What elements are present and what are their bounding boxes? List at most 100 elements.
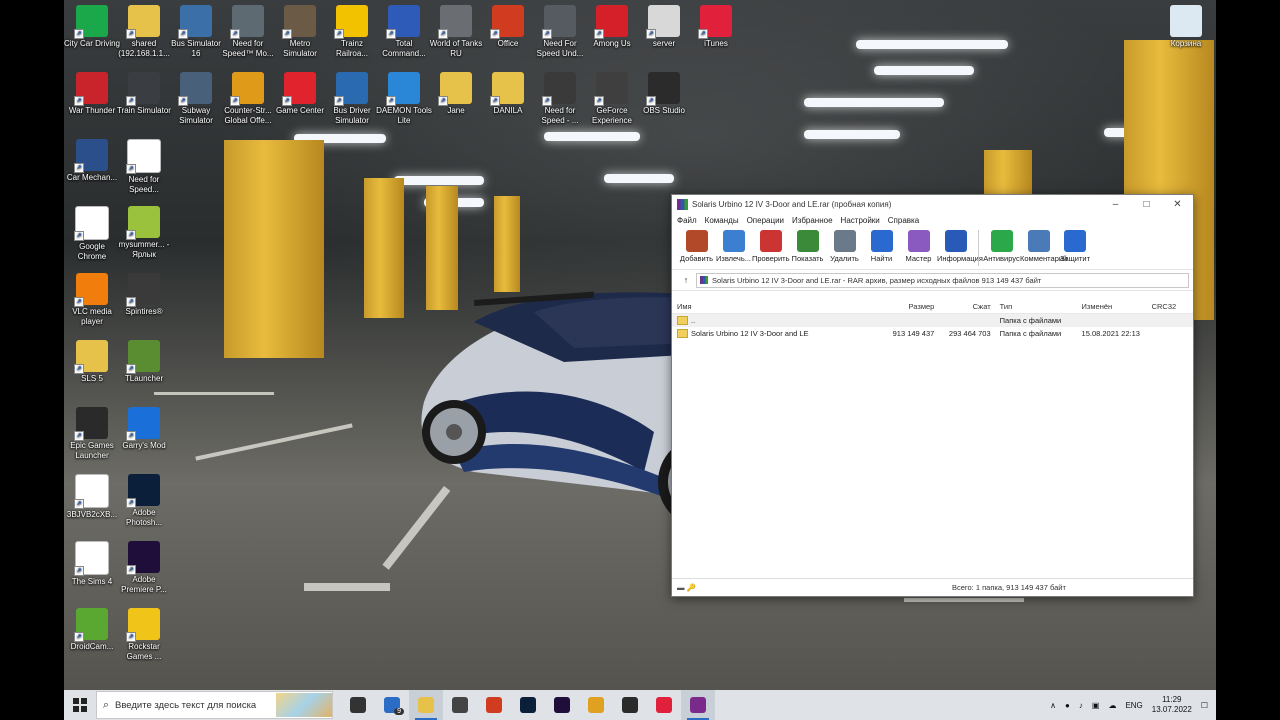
desktop-icon[interactable]: ↗ City Car Driving [64,5,120,49]
desktop-icon[interactable]: ↗ Need for Speed™ Mo... [220,5,276,59]
menu-favorites[interactable]: Избранное [792,216,833,225]
taskbar-app-premiere[interactable] [545,690,579,720]
up-arrow-icon[interactable]: ↑ [676,275,696,285]
notifications-icon[interactable]: ☐ [1201,701,1208,710]
toolbar-button-2[interactable]: Проверить [752,227,790,263]
table-row[interactable]: .. Папка с файлами [672,314,1193,327]
desktop-icon[interactable]: ↗ Need for Speed - ... [532,72,588,126]
desktop-icon[interactable]: ↗ World of Tanks RU [428,5,484,59]
taskbar-app-winrar[interactable] [681,690,715,720]
menu-operations[interactable]: Операции [747,216,784,225]
archive-path-field[interactable]: Solaris Urbino 12 IV 3-Door and LE.rar -… [696,272,1189,288]
shortcut-arrow-icon: ↗ [386,96,396,106]
desktop-icon[interactable]: ↗ War Thunder [64,72,120,116]
taskbar-app-chrome[interactable] [579,690,613,720]
minimize-button[interactable]: – [1100,199,1131,210]
desktop-icon[interactable]: ↗ Among Us [584,5,640,49]
toolbar-button-label: Защитит [1059,254,1091,263]
window-titlebar[interactable]: Solaris Urbino 12 IV 3-Door and LE.rar (… [672,195,1193,214]
desktop-icon[interactable]: ↗ Garry's Mod [116,407,172,451]
menu-settings[interactable]: Настройки [841,216,880,225]
desktop-icon[interactable]: ↗ server [636,5,692,49]
toolbar-button-4[interactable]: Удалить [826,227,863,263]
desktop-icon[interactable]: ↗ Spintires® [116,273,172,317]
table-row[interactable]: Solaris Urbino 12 IV 3-Door and LE 913 14… [672,327,1193,340]
close-button[interactable]: ✕ [1162,199,1193,210]
column-type[interactable]: Тип [995,302,1077,311]
taskbar-app-task-view[interactable] [341,690,375,720]
taskbar-app-photoshop[interactable] [511,690,545,720]
desktop-icon[interactable]: ↗ Need for Speed... [116,139,172,195]
microphone-icon[interactable]: ● [1065,701,1070,710]
desktop-icon[interactable]: ↗ Game Center [272,72,328,116]
winrar-window[interactable]: Solaris Urbino 12 IV 3-Door and LE.rar (… [671,194,1194,597]
desktop-icon[interactable]: ↗ SLS 5 [64,340,120,384]
toolbar-button-0[interactable]: Добавить [678,227,715,263]
status-drive-icons[interactable]: ▬ 🔑 [672,583,952,592]
column-crc32[interactable]: CRC32 [1147,302,1193,311]
desktop-icon[interactable]: ↗ Google Chrome [64,206,120,262]
desktop-icon[interactable]: ↗ Subway Simulator [168,72,224,126]
desktop-icon[interactable]: ↗ Train Simulator [116,72,172,116]
desktop-icon[interactable]: ↗ DroidCam... [64,608,120,652]
toolbar-button-9[interactable]: Комментарий [1020,227,1067,263]
clock[interactable]: 11:29 13.07.2022 [1152,695,1192,715]
taskbar-app-itunes[interactable] [647,690,681,720]
desktop-icon[interactable]: ↗ Adobe Photosh... [116,474,172,528]
toolbar-button-3[interactable]: Показать [789,227,826,263]
desktop-icon[interactable]: ↗ The Sims 4 [64,541,120,587]
tray-overflow-icon[interactable]: ∧ [1050,701,1056,710]
volume-icon[interactable]: ♪ [1079,701,1083,710]
desktop-icon[interactable]: ↗ mysummer... - Ярлык [116,206,172,260]
taskbar-app-office[interactable] [477,690,511,720]
desktop-icon[interactable]: ↗ Trainz Railroa... [324,5,380,59]
desktop-icon[interactable]: ↗ TLauncher [116,340,172,384]
column-modified[interactable]: Изменён [1077,302,1147,311]
desktop-icon[interactable]: ↗ DAEMON Tools Lite [376,72,432,126]
column-packed[interactable]: Сжат [938,302,994,311]
start-button[interactable] [64,690,96,720]
column-size[interactable]: Размер [878,302,938,311]
desktop-icon[interactable]: ↗ shared (192.168.1.1... [116,5,172,59]
toolbar-button-1[interactable]: Извлечь... [715,227,752,263]
desktop-icon[interactable]: ↗ Total Command... [376,5,432,59]
desktop-icon[interactable]: ↗ Office [480,5,536,49]
taskbar-app-explorer[interactable] [409,690,443,720]
column-name[interactable]: Имя [672,302,878,311]
toolbar-button-8[interactable]: Антивирус [983,227,1020,263]
menu-file[interactable]: Файл [677,216,697,225]
desktop-icon[interactable]: ↗ 3BJVB2cXB... [64,474,120,520]
menu-help[interactable]: Справка [888,216,919,225]
taskbar-app-obs[interactable] [613,690,647,720]
toolbar-button-6[interactable]: Мастер [900,227,937,263]
toolbar-button-10[interactable]: Защитит [1057,227,1093,263]
desktop-icon[interactable]: ↗ Rockstar Games ... [116,608,172,662]
desktop-icon[interactable]: ↗ DANILA [480,72,536,116]
desktop-icon[interactable]: ↗ Counter-Str... Global Offe... [220,72,276,126]
desktop-icon[interactable]: ↗ OBS Studio [636,72,692,116]
desktop-icon[interactable]: ↗ Jane [428,72,484,116]
desktop-icon-label: The Sims 4 [71,577,113,586]
desktop-icon[interactable]: Корзина [1158,5,1214,49]
desktop-icon[interactable]: ↗ Metro Simulator [272,5,328,59]
onedrive-icon[interactable]: ☁ [1108,701,1116,710]
taskbar-app-mail[interactable]: 9 [375,690,409,720]
toolbar-button-5[interactable]: Найти [863,227,900,263]
toolbar-button-7[interactable]: Информация [937,227,983,263]
maximize-button[interactable]: □ [1131,199,1162,210]
desktop-icon[interactable]: ↗ GeForce Experience [584,72,640,126]
language-indicator[interactable]: ENG [1125,701,1142,710]
desktop-icon[interactable]: ↗ Need For Speed Und... [532,5,588,59]
desktop-icon[interactable]: ↗ iTunes [688,5,744,49]
desktop-icon-label: Subway Simulator [179,106,213,125]
menu-commands[interactable]: Команды [705,216,739,225]
taskbar-search-box[interactable]: ⌕ Введите здесь текст для поиска [96,691,333,719]
desktop-icon[interactable]: ↗ Car Mechan... [64,139,120,183]
desktop-icon[interactable]: ↗ Adobe Premiere P... [116,541,172,595]
desktop-icon[interactable]: ↗ VLC media player [64,273,120,327]
desktop-icon[interactable]: ↗ Bus Driver Simulator [324,72,380,126]
desktop-icon[interactable]: ↗ Bus Simulator 16 [168,5,224,59]
network-icon[interactable]: ▣ [1092,701,1100,710]
desktop-icon[interactable]: ↗ Epic Games Launcher [64,407,120,461]
taskbar-app-store[interactable] [443,690,477,720]
